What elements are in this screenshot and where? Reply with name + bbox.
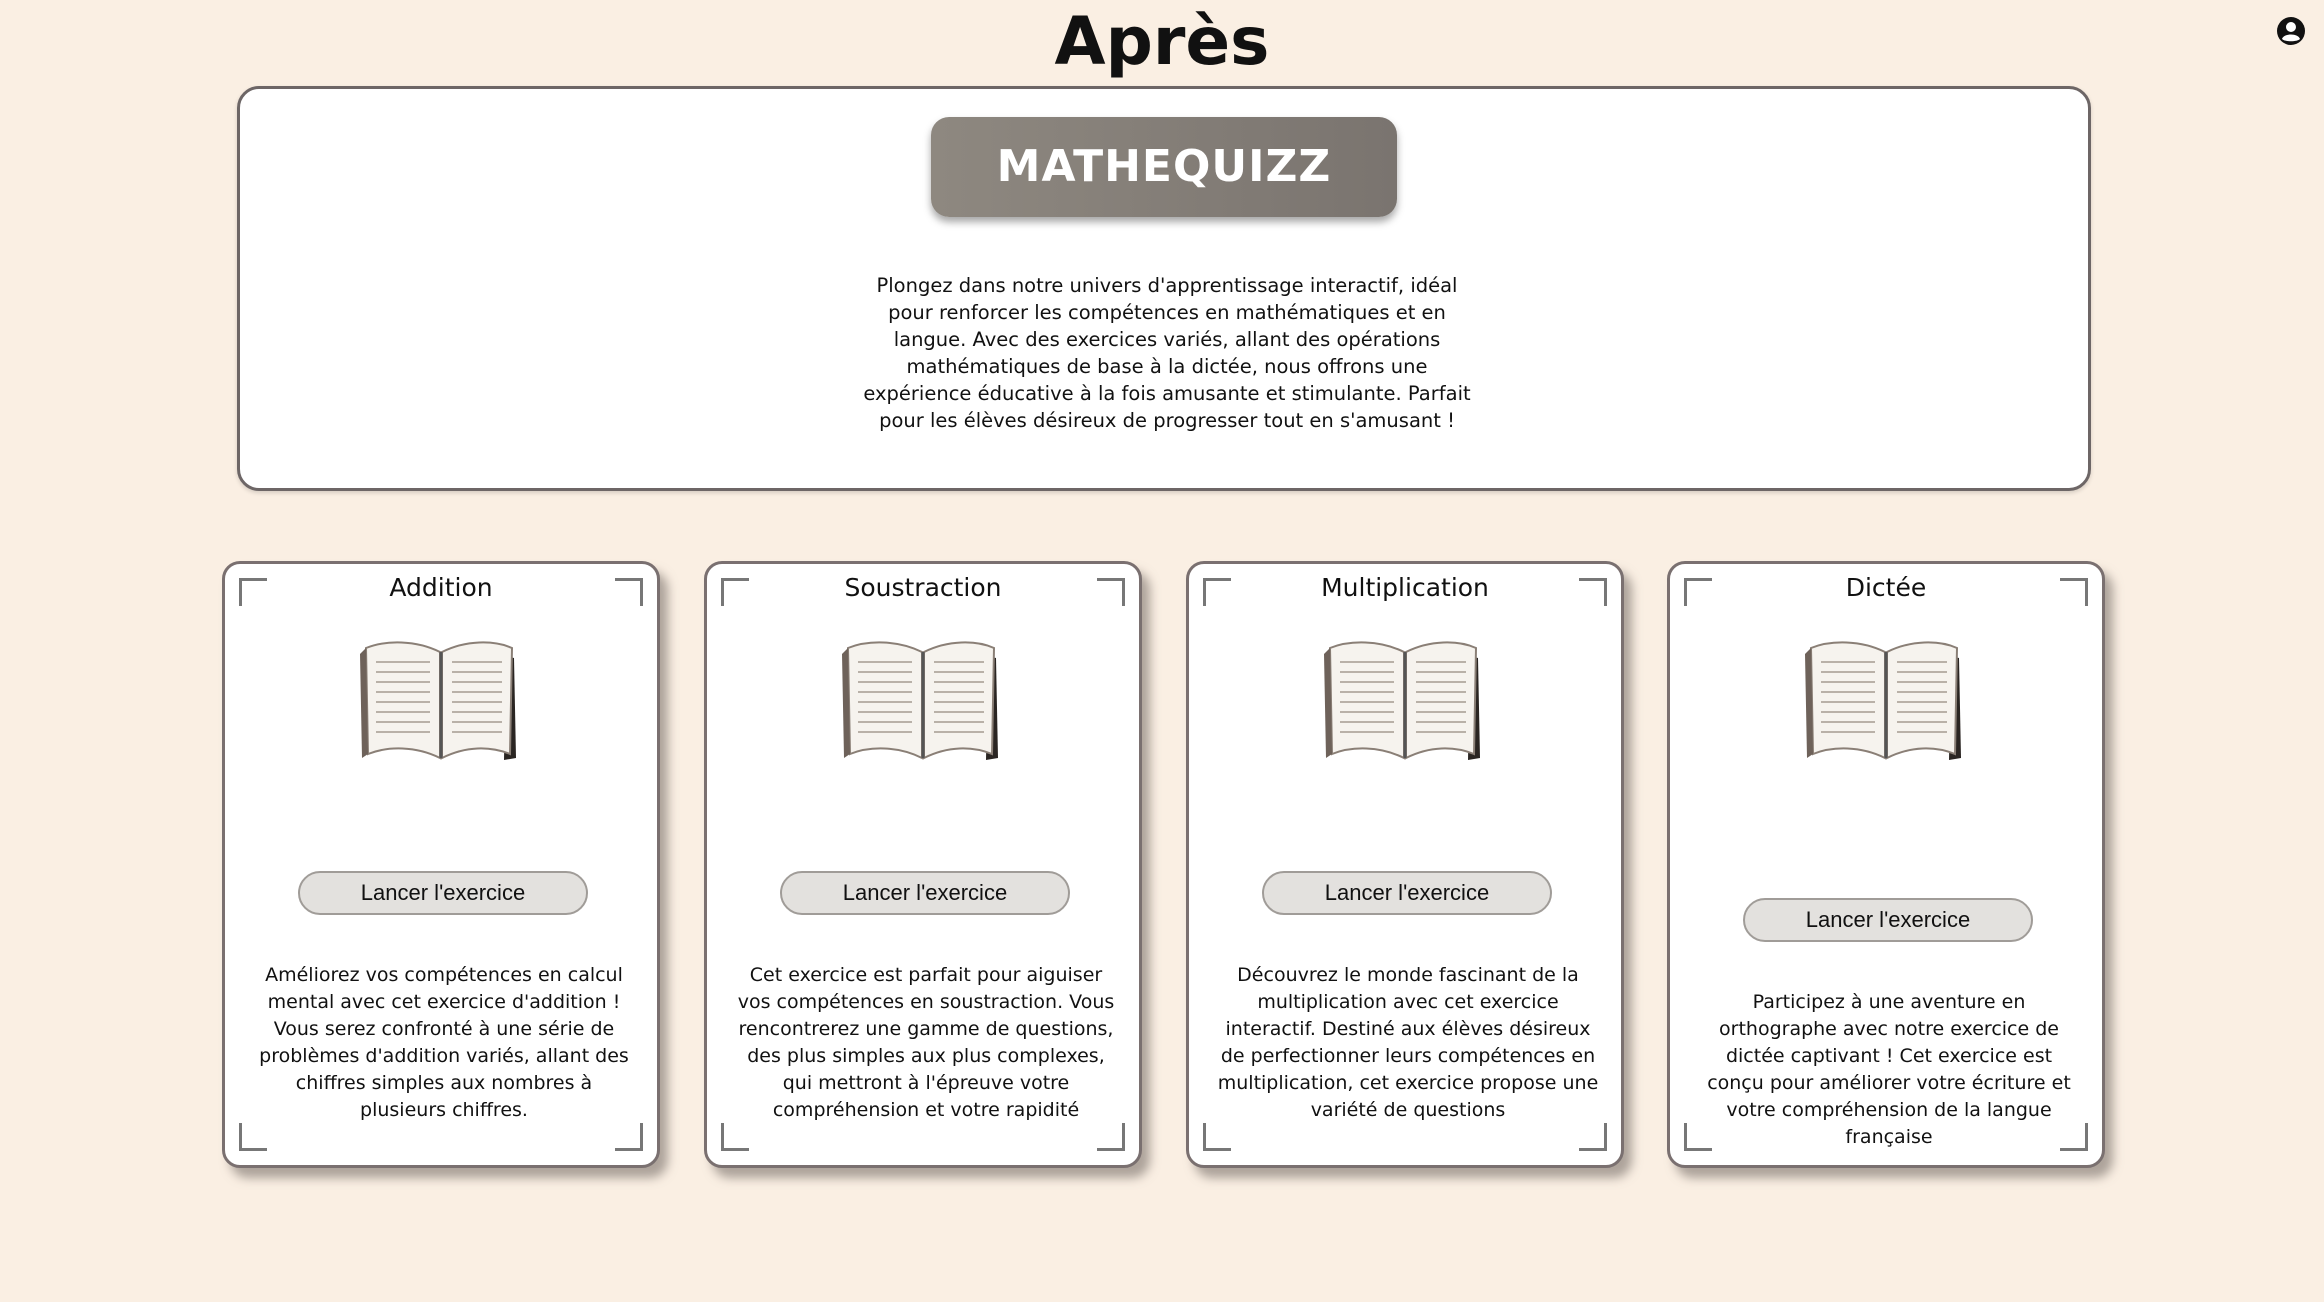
- card-description: Améliorez vos compétences en calcul ment…: [259, 964, 629, 1121]
- corner-decoration: [239, 1123, 267, 1151]
- card-title: Soustraction: [844, 573, 1002, 602]
- card-description: Participez à une aventure en orthographe…: [1707, 991, 2071, 1148]
- open-book-icon: [1320, 634, 1490, 764]
- corner-decoration: [615, 1123, 643, 1151]
- mathequizz-button[interactable]: MATHEQUIZZ: [931, 117, 1397, 217]
- page-title: Après: [1054, 3, 1270, 80]
- card-description: Cet exercice est parfait pour aiguiser v…: [737, 964, 1115, 1121]
- corner-decoration: [1203, 1123, 1231, 1151]
- corner-decoration: [721, 1123, 749, 1151]
- open-book-icon: [356, 634, 526, 764]
- intro-panel: MATHEQUIZZ Plongez dans notre univers d'…: [237, 86, 2091, 491]
- card-description: Découvrez le monde fascinant de la multi…: [1217, 964, 1599, 1121]
- exercise-card-multiplication: Multiplication Lancer l'exercice Découvr…: [1186, 561, 1624, 1168]
- launch-exercise-button[interactable]: Lancer l'exercice: [1262, 871, 1552, 915]
- exercise-card-soustraction: Soustraction Lancer l'exercice Cet exerc…: [704, 561, 1142, 1168]
- open-book-icon: [838, 634, 1008, 764]
- card-title: Addition: [389, 573, 493, 602]
- card-title: Dictée: [1845, 573, 1927, 602]
- launch-exercise-button[interactable]: Lancer l'exercice: [298, 871, 588, 915]
- intro-description: Plongez dans notre univers d'apprentissa…: [863, 274, 1471, 432]
- exercise-card-dictee: Dictée Lancer l'exercice Participez à un…: [1667, 561, 2105, 1168]
- card-title: Multiplication: [1321, 573, 1489, 602]
- user-circle-icon[interactable]: [2276, 16, 2306, 46]
- page-root: Après MATHEQUIZZ Plongez dans notre univ…: [0, 0, 2324, 1302]
- corner-decoration: [1579, 1123, 1607, 1151]
- exercise-card-addition: Addition Lancer l'exercice Améliorez vos…: [222, 561, 660, 1168]
- launch-exercise-button[interactable]: Lancer l'exercice: [1743, 898, 2033, 942]
- launch-exercise-button[interactable]: Lancer l'exercice: [780, 871, 1070, 915]
- corner-decoration: [1097, 1123, 1125, 1151]
- open-book-icon: [1801, 634, 1971, 764]
